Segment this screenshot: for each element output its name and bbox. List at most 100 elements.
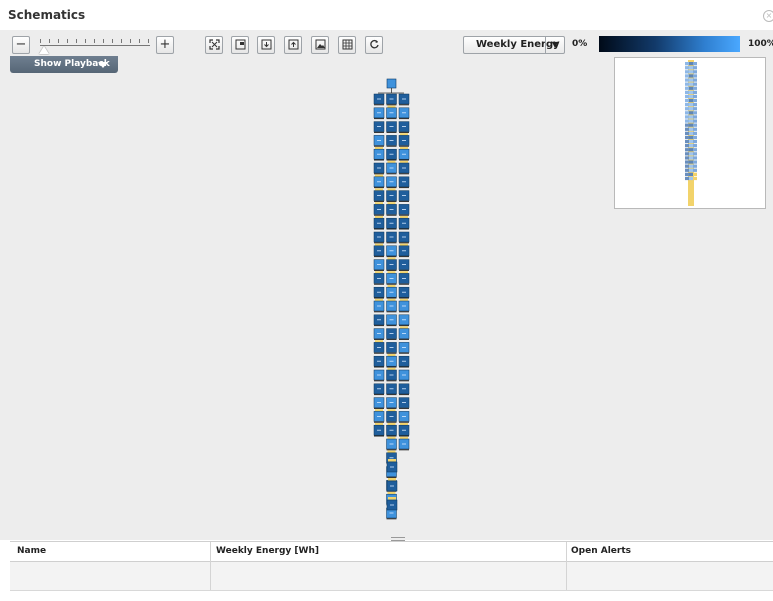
string-connector <box>400 133 408 136</box>
minimap-module <box>685 135 689 140</box>
minimap-module <box>685 111 689 115</box>
minimap-module <box>689 94 693 99</box>
minimap-module <box>689 86 693 90</box>
string-connector <box>387 298 396 301</box>
minimap-module <box>693 160 697 164</box>
table-row[interactable] <box>10 562 773 591</box>
minimap-module <box>693 74 697 78</box>
minimap-module <box>693 119 697 123</box>
string-connector <box>387 436 396 439</box>
minimap-module <box>685 74 689 78</box>
column-header-weekly-energy[interactable]: Weekly Energy [Wh] <box>216 546 319 556</box>
string-connector <box>375 202 383 205</box>
minimap-module <box>693 82 697 86</box>
minimap-module <box>689 90 693 94</box>
minimap-module <box>693 123 697 127</box>
string-connector <box>375 409 383 412</box>
minimap-module <box>693 115 697 119</box>
minimap-module <box>689 135 693 140</box>
minimap-module <box>689 111 693 115</box>
string-connector <box>388 497 396 500</box>
minimap-module <box>685 127 689 131</box>
minimap-module <box>685 148 689 152</box>
minimap-module <box>685 144 689 148</box>
overview-minimap[interactable] <box>614 57 766 209</box>
minimap-module <box>693 78 697 82</box>
string-connector <box>387 160 396 163</box>
string-connector <box>387 202 396 205</box>
column-header-open-alerts[interactable]: Open Alerts <box>571 546 631 556</box>
string-connector <box>375 298 383 301</box>
string-connector <box>400 298 408 301</box>
minimap-module <box>685 107 689 111</box>
string-connector <box>375 216 383 218</box>
column-divider <box>210 542 211 590</box>
minimap-module <box>685 86 689 90</box>
minimap-module <box>685 66 689 70</box>
minimap-module <box>685 176 689 181</box>
devices-table: Name Weekly Energy [Wh] Open Alerts <box>10 541 773 591</box>
minimap-module <box>685 98 689 103</box>
minimap-module <box>693 176 697 181</box>
string-connector <box>387 450 396 453</box>
minimap-module <box>689 131 693 135</box>
string-connector <box>400 147 408 149</box>
minimap-module <box>693 103 697 107</box>
minimap-module <box>693 131 697 135</box>
minimap-module <box>689 144 693 148</box>
string-connector <box>400 271 408 274</box>
minimap-module <box>685 168 689 172</box>
minimap-module <box>685 160 689 164</box>
string-connector <box>387 367 396 370</box>
minimap-module <box>693 139 697 144</box>
string-connector <box>387 285 396 287</box>
minimap-module <box>689 123 693 127</box>
minimap-module <box>693 172 697 176</box>
minimap-module <box>693 156 697 160</box>
minimap-module <box>693 86 697 90</box>
minimap-module <box>693 168 697 172</box>
string-connector <box>400 243 408 246</box>
minimap-module <box>693 164 697 168</box>
string-connector <box>387 492 396 494</box>
minimap-module <box>685 131 689 135</box>
string-connector <box>387 257 396 260</box>
minimap-module <box>689 176 693 181</box>
gateway-icon <box>386 78 397 89</box>
string-connector <box>400 436 408 439</box>
minimap-module <box>689 66 693 70</box>
string-connector <box>400 216 408 218</box>
column-divider <box>566 542 567 590</box>
string-connector <box>387 423 396 425</box>
minimap-module <box>685 115 689 119</box>
minimap-module <box>685 78 689 82</box>
minimap-diagram <box>685 60 697 206</box>
minimap-module <box>689 160 693 164</box>
minimap-module <box>693 94 697 99</box>
string-connector <box>375 423 383 425</box>
minimap-module <box>689 62 693 66</box>
string-connector <box>375 174 383 177</box>
minimap-module <box>689 139 693 144</box>
string-connector <box>387 188 396 191</box>
string-connector <box>400 160 408 163</box>
minimap-module <box>685 139 689 144</box>
minimap-module <box>685 70 689 74</box>
minimap-module <box>689 74 693 78</box>
string-connector <box>375 243 383 246</box>
minimap-module <box>689 148 693 152</box>
minimap-module <box>693 135 697 140</box>
table-header: Name Weekly Energy [Wh] Open Alerts <box>10 542 773 562</box>
string-connector <box>387 105 396 108</box>
string-connector <box>375 340 383 343</box>
string-connector <box>387 354 396 356</box>
column-header-name[interactable]: Name <box>17 546 46 556</box>
minimap-module <box>689 156 693 160</box>
minimap-module <box>685 94 689 99</box>
minimap-module <box>693 152 697 156</box>
minimap-module <box>685 152 689 156</box>
minimap-module <box>685 156 689 160</box>
minimap-module <box>689 103 693 107</box>
minimap-module <box>685 62 689 66</box>
minimap-module <box>685 90 689 94</box>
